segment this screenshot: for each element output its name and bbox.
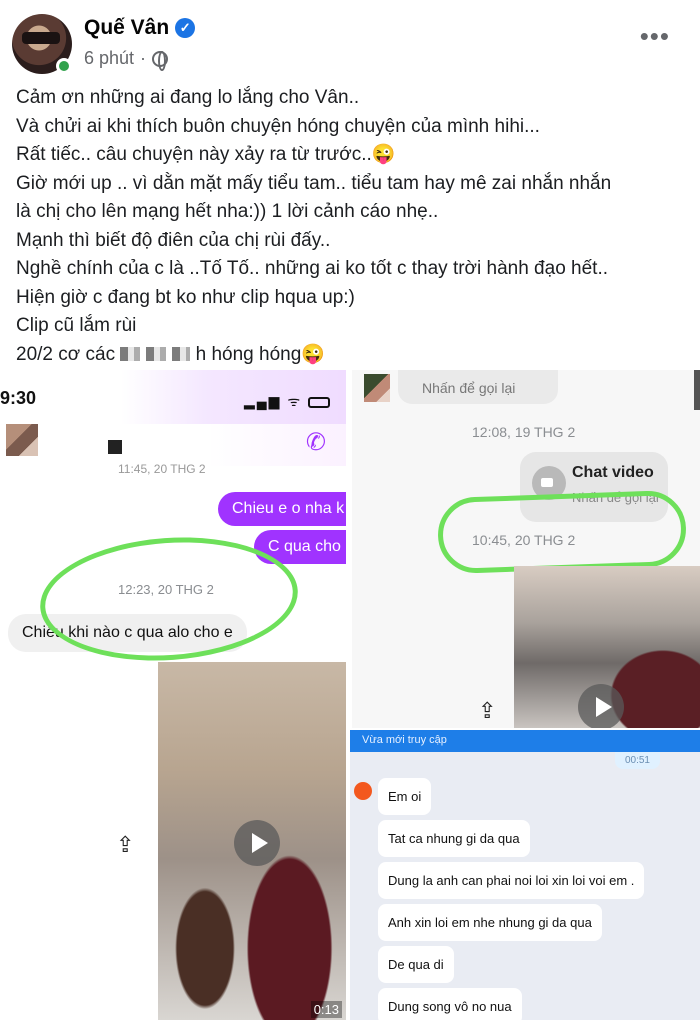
chat-message: Anh xin loi em nhe nhung gi da qua (378, 904, 602, 941)
dot-separator: · (140, 48, 147, 68)
messenger-screenshot-2[interactable]: Nhấn để gọi lại 12:08, 19 THG 2 Chat vid… (352, 370, 700, 728)
sent-message: Chieu e o nha k (218, 492, 346, 526)
author-name-row[interactable]: Quế Vân ✓ (84, 16, 196, 40)
last-active-status: Vừa mới truy cập (362, 734, 447, 746)
zalo-header: Vừa mới truy cập (350, 730, 700, 752)
messenger-screenshot[interactable]: 9:30 ▂▄▆ ᯤ ✆ 11:45, 20 THG 2 Chieu e o n… (0, 370, 346, 1020)
play-icon[interactable] (234, 820, 280, 866)
post-line: Clip cũ lắm rùi (16, 315, 137, 336)
chat-message: Dung song vô no nua (378, 988, 522, 1020)
missed-call-bubble[interactable]: Nhấn để gọi lại (398, 370, 558, 404)
post-line: Rất tiếc.. câu chuyện này xảy ra từ trướ… (16, 144, 396, 165)
post-image-grid[interactable]: 9:30 ▂▄▆ ᯤ ✆ 11:45, 20 THG 2 Chieu e o n… (0, 370, 700, 1020)
video-chat-title: Chat video (572, 464, 654, 481)
share-icon[interactable]: ⇪ (116, 832, 134, 858)
blurred-name (120, 347, 191, 362)
play-icon[interactable] (578, 684, 624, 728)
post-line: Giờ mới up .. vì dằn mặt mấy tiểu tam.. … (16, 172, 612, 194)
post-line: Nghề chính của c là ..Tố Tố.. những ai k… (16, 258, 609, 279)
chat-message: Dung la anh can phai noi loi xin loi voi… (378, 862, 645, 899)
chat-message: Em oi (378, 778, 432, 815)
phone-status-bar: 9:30 ▂▄▆ ᯤ (0, 370, 346, 430)
chat-header: ✆ (0, 424, 346, 466)
post-line-last: 20/2 cơ các h hóng hóng😜 (16, 341, 696, 370)
pixelated-avatar (364, 374, 390, 402)
pixelated-name (108, 440, 122, 454)
battery-icon (308, 396, 330, 408)
post-line: Cảm ơn những ai đang lo lắng cho Vân.. (16, 87, 360, 108)
post-line-end: h hóng hóng😜 (195, 343, 325, 365)
chat-message: Tat ca nhung gi da qua (378, 820, 530, 857)
timestamp: 11:45, 20 THG 2 (118, 462, 206, 476)
video-thumbnail-broken-tv[interactable]: 0:13 (158, 662, 346, 1020)
public-globe-icon[interactable] (152, 50, 169, 71)
post-text: Cảm ơn những ai đang lo lắng cho Vân.. V… (16, 84, 696, 369)
green-highlight-circle (436, 489, 688, 575)
video-thumbnail-broken-room[interactable] (514, 566, 700, 728)
sender-avatar (354, 782, 372, 800)
video-duration: 0:13 (310, 1001, 342, 1018)
post-line: Mạnh thì biết độ điên của chị rùi đấy.. (16, 229, 331, 251)
share-icon[interactable]: ⇪ (478, 698, 496, 724)
timestamp: 12:08, 19 THG 2 (472, 424, 576, 440)
pixelated-avatar (6, 424, 38, 456)
zalo-chat-screenshot[interactable]: Vừa mới truy cập 00:51 Em oi Tat ca nhun… (350, 730, 700, 1020)
online-status-icon (56, 58, 72, 74)
chat-message: De qua di (378, 946, 454, 983)
signal-wifi-battery-icon: ▂▄▆ ᯤ (244, 392, 330, 411)
post-line: Hiện giờ c đang bt ko như clip hqua up:) (16, 286, 355, 308)
more-options-button[interactable]: ••• (640, 23, 670, 49)
avatar-sunglasses (22, 32, 60, 44)
post-line: là chị cho lên mạng hết nha:)) 1 lời cản… (16, 201, 439, 222)
phone-call-icon[interactable]: ✆ (306, 428, 326, 457)
post-header: Quế Vân ✓ 6 phút · ••• (0, 0, 700, 80)
message-time: 00:51 (614, 752, 660, 769)
post-line-start: 20/2 cơ các (16, 343, 116, 365)
verified-badge-icon: ✓ (175, 18, 196, 38)
post-meta: 6 phút · (84, 48, 169, 71)
post-time[interactable]: 6 phút (84, 48, 134, 69)
status-time: 9:30 (0, 388, 37, 408)
scroll-indicator (694, 370, 700, 410)
author-name[interactable]: Quế Vân (84, 16, 169, 40)
post-line: Và chửi ai khi thích buôn chuyện hóng ch… (16, 115, 540, 137)
